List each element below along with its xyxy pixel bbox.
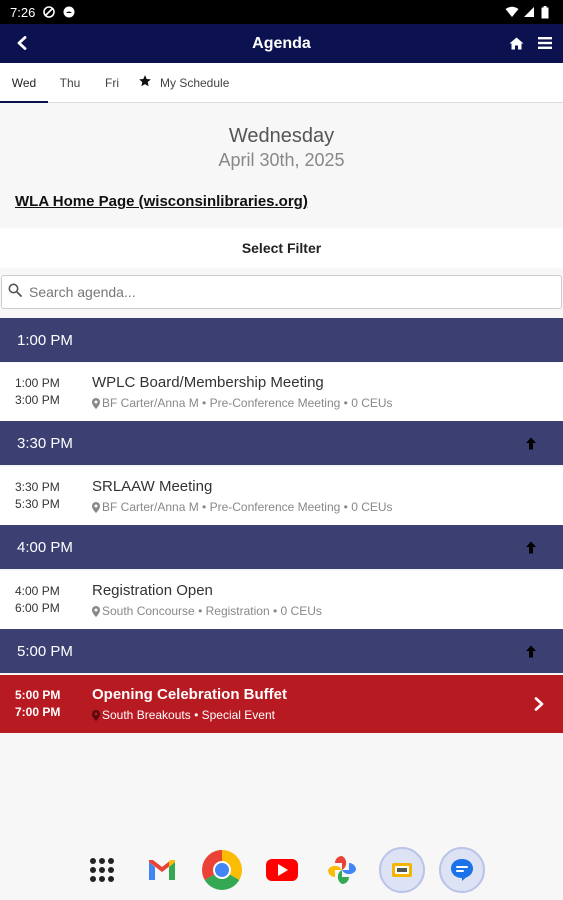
session-location: South Concourse	[102, 604, 195, 618]
session-start: 3:30 PM	[15, 480, 60, 494]
wifi-icon	[505, 6, 519, 18]
star-icon	[138, 74, 152, 91]
session-row[interactable]: 3:30 PM 5:30 PM SRLAAW Meeting BF Carter…	[0, 467, 563, 525]
session-meta: South Breakouts • Special Event	[92, 708, 275, 722]
filter-label: Select Filter	[241, 240, 322, 256]
time-header: 1:00 PM	[0, 318, 563, 362]
signal-icon	[523, 6, 535, 18]
arrow-up-icon[interactable]	[521, 433, 541, 453]
session-meta: BF Carter/Anna M • Pre-Conference Meetin…	[92, 396, 393, 410]
menu-button[interactable]	[532, 30, 558, 56]
session-title: WPLC Board/Membership Meeting	[92, 374, 324, 391]
session-start: 4:00 PM	[15, 584, 60, 598]
tab-label: My Schedule	[160, 75, 230, 90]
map-pin-icon	[92, 709, 100, 721]
status-bar: 7:26	[0, 0, 563, 24]
back-button[interactable]	[8, 29, 36, 57]
session-end: 6:00 PM	[15, 601, 60, 615]
session-type: Pre-Conference Meeting	[209, 500, 341, 514]
date-day: Wednesday	[228, 125, 335, 147]
map-pin-icon	[92, 605, 100, 617]
slides-icon[interactable]	[378, 847, 425, 893]
chevron-right-icon[interactable]	[529, 694, 549, 714]
session-row[interactable]: 5:00 PM 7:00 PM Opening Celebration Buff…	[0, 675, 563, 733]
app-bar: Agenda	[0, 24, 563, 63]
youtube-icon[interactable]	[259, 847, 305, 893]
tab-my-schedule[interactable]: My Schedule	[132, 63, 241, 102]
session-location: BF Carter/Anna M	[102, 396, 199, 410]
session-meta: South Concourse • Registration • 0 CEUs	[92, 604, 322, 618]
tab-label: Fri	[105, 75, 119, 90]
time-header: 4:00 PM	[0, 525, 563, 569]
session-location: South Breakouts	[102, 708, 191, 722]
tab-thu[interactable]: Thu	[48, 63, 92, 102]
session-meta: BF Carter/Anna M • Pre-Conference Meetin…	[92, 500, 393, 514]
session-ceus: 0 CEUs	[351, 500, 393, 514]
session-end: 5:30 PM	[15, 497, 60, 511]
map-pin-icon	[92, 501, 100, 513]
chevron-left-icon	[17, 36, 27, 50]
tab-wed[interactable]: Wed	[0, 63, 48, 103]
session-ceus: 0 CEUs	[280, 604, 322, 618]
session-title: Registration Open	[92, 582, 213, 599]
session-title: SRLAAW Meeting	[92, 478, 213, 495]
search-input[interactable]	[29, 284, 529, 300]
status-time: 7:26	[10, 4, 36, 20]
time-header-label: 3:30 PM	[17, 434, 73, 452]
hamburger-icon	[538, 37, 552, 49]
session-row[interactable]: 1:00 PM 3:00 PM WPLC Board/Membership Me…	[0, 363, 563, 421]
tab-label: Wed	[11, 75, 37, 90]
app-dock	[0, 840, 563, 900]
time-header: 3:30 PM	[0, 421, 563, 465]
apps-grid-icon[interactable]	[79, 847, 125, 893]
time-header-label: 4:00 PM	[17, 538, 73, 556]
time-header-label: 5:00 PM	[17, 642, 73, 660]
map-pin-icon	[92, 397, 100, 409]
time-header: 5:00 PM	[0, 629, 563, 673]
battery-icon	[541, 6, 553, 19]
session-location: BF Carter/Anna M	[102, 500, 199, 514]
session-start: 5:00 PM	[15, 688, 61, 702]
page-title: Agenda	[252, 34, 311, 52]
tab-label: Thu	[59, 75, 81, 90]
date-full: April 30th, 2025	[218, 150, 345, 170]
arrow-up-icon[interactable]	[521, 641, 541, 661]
tab-fri[interactable]: Fri	[92, 63, 132, 102]
session-type: Special Event	[201, 708, 275, 722]
day-tabs: Wed Thu Fri My Schedule	[0, 63, 563, 103]
chrome-icon[interactable]	[199, 847, 245, 893]
do-not-disturb-icon	[43, 6, 56, 18]
session-title: Opening Celebration Buffet	[92, 686, 287, 703]
session-end: 3:00 PM	[15, 393, 60, 407]
shield-icon	[63, 6, 75, 18]
search-box	[1, 275, 562, 309]
home-button[interactable]	[503, 30, 529, 56]
search-icon	[8, 283, 22, 302]
gmail-icon[interactable]	[139, 847, 185, 893]
select-filter-button[interactable]: Select Filter	[0, 228, 563, 268]
messages-icon[interactable]	[438, 847, 485, 893]
session-row[interactable]: 4:00 PM 6:00 PM Registration Open South …	[0, 571, 563, 629]
arrow-up-icon[interactable]	[521, 537, 541, 557]
photos-icon[interactable]	[319, 847, 365, 893]
home-icon	[509, 37, 523, 49]
session-type: Pre-Conference Meeting	[209, 396, 341, 410]
session-end: 7:00 PM	[15, 705, 61, 719]
session-start: 1:00 PM	[15, 376, 60, 390]
session-ceus: 0 CEUs	[351, 396, 393, 410]
time-header-label: 1:00 PM	[17, 331, 73, 349]
wla-home-link[interactable]: WLA Home Page (wisconsinlibraries.org)	[15, 193, 308, 210]
session-type: Registration	[205, 604, 270, 618]
